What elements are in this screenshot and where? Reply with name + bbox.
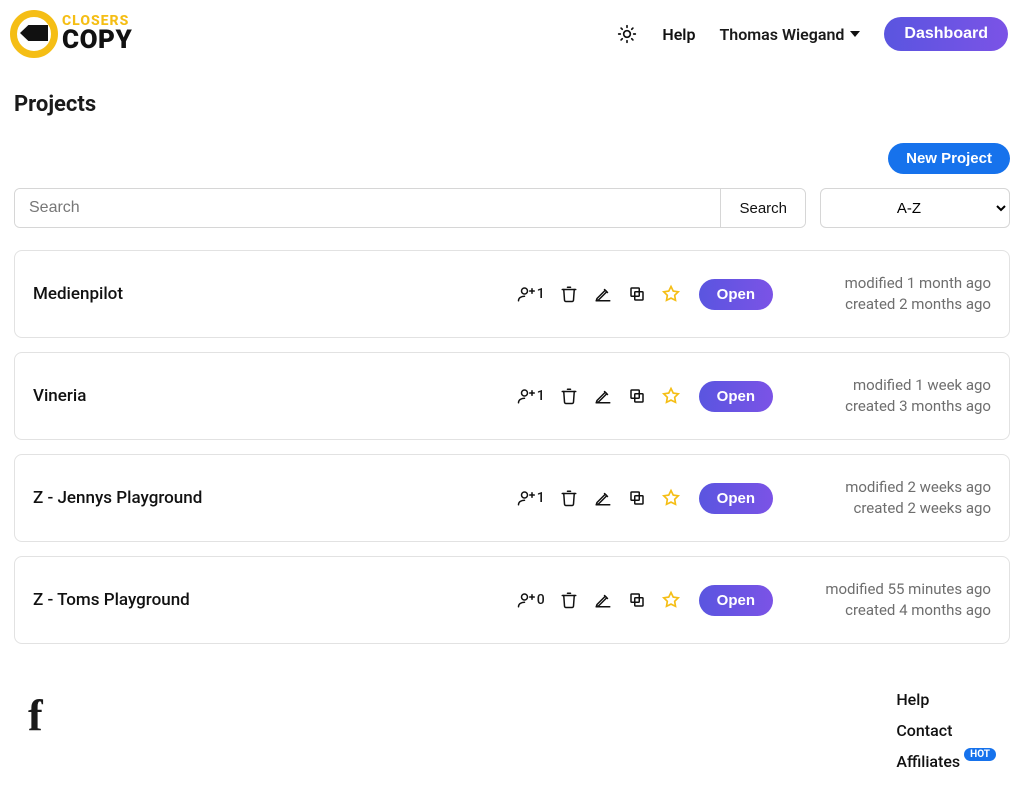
- copy-icon: [628, 285, 646, 303]
- project-name: Medienpilot: [33, 284, 499, 304]
- sort-select[interactable]: A-Z: [820, 188, 1010, 228]
- edit-button[interactable]: [593, 590, 613, 610]
- trash-icon: [560, 285, 578, 303]
- project-name: Z - Jennys Playground: [33, 488, 499, 508]
- created-text: created 2 weeks ago: [791, 498, 991, 519]
- search-button[interactable]: Search: [720, 189, 805, 227]
- duplicate-button[interactable]: [627, 590, 647, 610]
- caret-down-icon: [850, 31, 860, 37]
- favorite-button[interactable]: [661, 590, 681, 610]
- pencil-icon: [594, 387, 612, 405]
- trash-icon: [560, 387, 578, 405]
- open-button[interactable]: Open: [699, 585, 773, 616]
- footer-help[interactable]: Help: [896, 690, 996, 709]
- project-card: Z - Jennys Playground 1: [14, 454, 1010, 542]
- person-icon: [517, 387, 535, 405]
- star-icon: [661, 488, 681, 508]
- copy-icon: [628, 387, 646, 405]
- project-card: Vineria 1: [14, 352, 1010, 440]
- pencil-icon: [594, 489, 612, 507]
- user-menu[interactable]: Thomas Wiegand: [719, 25, 860, 44]
- theme-toggle[interactable]: [616, 23, 638, 45]
- edit-button[interactable]: [593, 488, 613, 508]
- favorite-button[interactable]: [661, 488, 681, 508]
- user-name: Thomas Wiegand: [719, 25, 844, 44]
- person-icon: [517, 591, 535, 609]
- edit-button[interactable]: [593, 284, 613, 304]
- footer-affiliates-label: Affiliates: [896, 752, 960, 771]
- search-group: Search: [14, 188, 806, 228]
- created-text: created 3 months ago: [791, 396, 991, 417]
- dashboard-button[interactable]: Dashboard: [884, 17, 1008, 51]
- new-project-button[interactable]: New Project: [888, 143, 1010, 174]
- collaborator-count: 0: [537, 592, 545, 608]
- project-meta: modified 1 week ago created 3 months ago: [791, 375, 991, 417]
- project-name: Z - Toms Playground: [33, 590, 499, 610]
- project-card: Medienpilot 1: [14, 250, 1010, 338]
- open-button[interactable]: Open: [699, 381, 773, 412]
- modified-text: modified 2 weeks ago: [791, 477, 991, 498]
- star-icon: [661, 386, 681, 406]
- person-icon: [517, 489, 535, 507]
- logo-mark-icon: [10, 10, 58, 58]
- project-meta: modified 1 month ago created 2 months ag…: [791, 273, 991, 315]
- project-name: Vineria: [33, 386, 499, 406]
- created-text: created 2 months ago: [791, 294, 991, 315]
- duplicate-button[interactable]: [627, 488, 647, 508]
- created-text: created 4 months ago: [791, 600, 991, 621]
- person-icon: [517, 285, 535, 303]
- facebook-icon[interactable]: f: [28, 690, 43, 741]
- delete-button[interactable]: [559, 386, 579, 406]
- hot-badge: HOT: [964, 748, 996, 761]
- project-card: Z - Toms Playground 0: [14, 556, 1010, 644]
- delete-button[interactable]: [559, 488, 579, 508]
- star-icon: [661, 590, 681, 610]
- star-icon: [661, 284, 681, 304]
- search-input[interactable]: [15, 189, 720, 227]
- modified-text: modified 55 minutes ago: [791, 579, 991, 600]
- modified-text: modified 1 week ago: [791, 375, 991, 396]
- nav-help[interactable]: Help: [662, 25, 695, 44]
- pencil-icon: [594, 285, 612, 303]
- logo-text: CLOSERS COPY: [62, 15, 132, 53]
- open-button[interactable]: Open: [699, 483, 773, 514]
- collaborators-button[interactable]: 1: [517, 387, 545, 405]
- page-title: Projects: [14, 92, 1010, 117]
- favorite-button[interactable]: [661, 284, 681, 304]
- collaborators-button[interactable]: 1: [517, 285, 545, 303]
- copy-icon: [628, 489, 646, 507]
- pencil-icon: [594, 591, 612, 609]
- duplicate-button[interactable]: [627, 386, 647, 406]
- collaborator-count: 1: [537, 388, 545, 404]
- modified-text: modified 1 month ago: [791, 273, 991, 294]
- collaborators-button[interactable]: 0: [517, 591, 545, 609]
- delete-button[interactable]: [559, 590, 579, 610]
- favorite-button[interactable]: [661, 386, 681, 406]
- footer-contact[interactable]: Contact: [896, 721, 996, 740]
- project-meta: modified 55 minutes ago created 4 months…: [791, 579, 991, 621]
- edit-button[interactable]: [593, 386, 613, 406]
- delete-button[interactable]: [559, 284, 579, 304]
- collaborators-button[interactable]: 1: [517, 489, 545, 507]
- sun-icon: [617, 24, 637, 44]
- project-meta: modified 2 weeks ago created 2 weeks ago: [791, 477, 991, 519]
- collaborator-count: 1: [537, 286, 545, 302]
- open-button[interactable]: Open: [699, 279, 773, 310]
- logo-bottom-text: COPY: [62, 28, 132, 53]
- copy-icon: [628, 591, 646, 609]
- trash-icon: [560, 489, 578, 507]
- duplicate-button[interactable]: [627, 284, 647, 304]
- app-header: CLOSERS COPY Help Thomas Wiegand Dashboa…: [0, 0, 1024, 68]
- footer-affiliates[interactable]: Affiliates HOT: [896, 752, 996, 771]
- collaborator-count: 1: [537, 490, 545, 506]
- brand-logo[interactable]: CLOSERS COPY: [10, 10, 132, 58]
- trash-icon: [560, 591, 578, 609]
